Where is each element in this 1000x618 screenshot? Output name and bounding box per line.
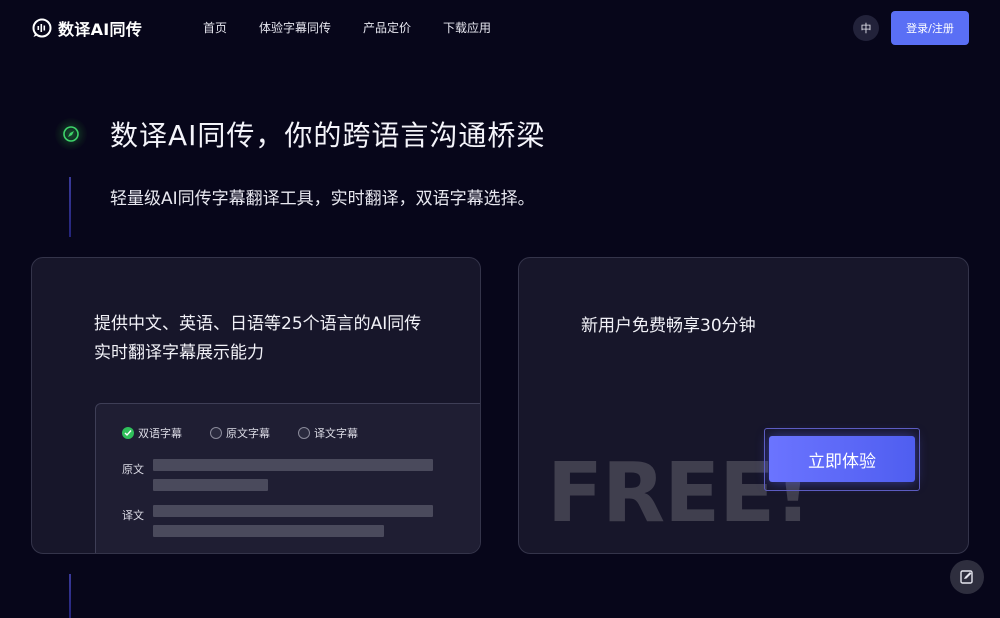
language-switch-button[interactable]: 中 — [853, 15, 879, 41]
source-text-label: 原文 — [122, 463, 144, 476]
try-now-button[interactable]: 立即体验 — [769, 436, 915, 482]
logo[interactable]: 数译AI同传 — [32, 16, 142, 40]
compass-icon — [55, 118, 87, 150]
feature-description: 提供中文、英语、日语等25个语言的AI同传实时翻译字幕展示能力 — [94, 314, 422, 363]
option-translated-subtitles[interactable]: 译文字幕 — [298, 425, 358, 441]
option-label: 双语字幕 — [138, 427, 182, 440]
hero-title: 数译AI同传，你的跨语言沟通桥梁 — [110, 119, 546, 152]
top-nav: 数译AI同传 首页 体验字幕同传 产品定价 下载应用 中 登录/注册 — [0, 0, 1000, 56]
source-text-placeholder-line — [153, 479, 268, 491]
hero-subtitle: 轻量级AI同传字幕翻译工具，实时翻译，双语字幕选择。 — [110, 189, 535, 209]
nav-item-try-subtitles[interactable]: 体验字幕同传 — [259, 19, 331, 36]
option-label: 译文字幕 — [314, 427, 358, 440]
subtitle-preview-panel: 双语字幕 原文字幕 译文字幕 原文 译文 — [95, 403, 480, 553]
translated-text-label: 译文 — [122, 509, 144, 522]
free-trial-text: 新用户免费畅享30分钟 — [581, 316, 756, 336]
login-register-button[interactable]: 登录/注册 — [891, 11, 969, 45]
feedback-button[interactable] — [950, 560, 984, 594]
feature-card: 提供中文、英语、日语等25个语言的AI同传实时翻译字幕展示能力 双语字幕 原文字… — [31, 257, 481, 554]
main-menu: 首页 体验字幕同传 产品定价 下载应用 — [203, 19, 491, 36]
logo-icon — [32, 18, 52, 38]
edit-note-icon — [960, 570, 973, 584]
translated-text-placeholder-line — [153, 525, 384, 537]
subtitle-mode-options: 双语字幕 原文字幕 译文字幕 — [122, 425, 358, 441]
brand-name: 数译AI同传 — [58, 20, 143, 39]
translated-text-placeholder-line — [153, 505, 433, 517]
timeline-divider-bottom — [69, 574, 71, 618]
source-text-placeholder-line — [153, 459, 433, 471]
option-label: 原文字幕 — [226, 427, 270, 440]
nav-item-download[interactable]: 下载应用 — [443, 19, 491, 36]
option-bilingual-subtitles[interactable]: 双语字幕 — [122, 425, 182, 441]
check-circle-icon — [122, 427, 134, 439]
option-original-subtitles[interactable]: 原文字幕 — [210, 425, 270, 441]
nav-item-pricing[interactable]: 产品定价 — [363, 19, 411, 36]
radio-empty-icon — [210, 427, 222, 439]
free-trial-card: FREE! 立即体验 — [518, 257, 969, 554]
radio-empty-icon — [298, 427, 310, 439]
nav-item-home[interactable]: 首页 — [203, 19, 227, 36]
timeline-divider — [69, 177, 71, 237]
